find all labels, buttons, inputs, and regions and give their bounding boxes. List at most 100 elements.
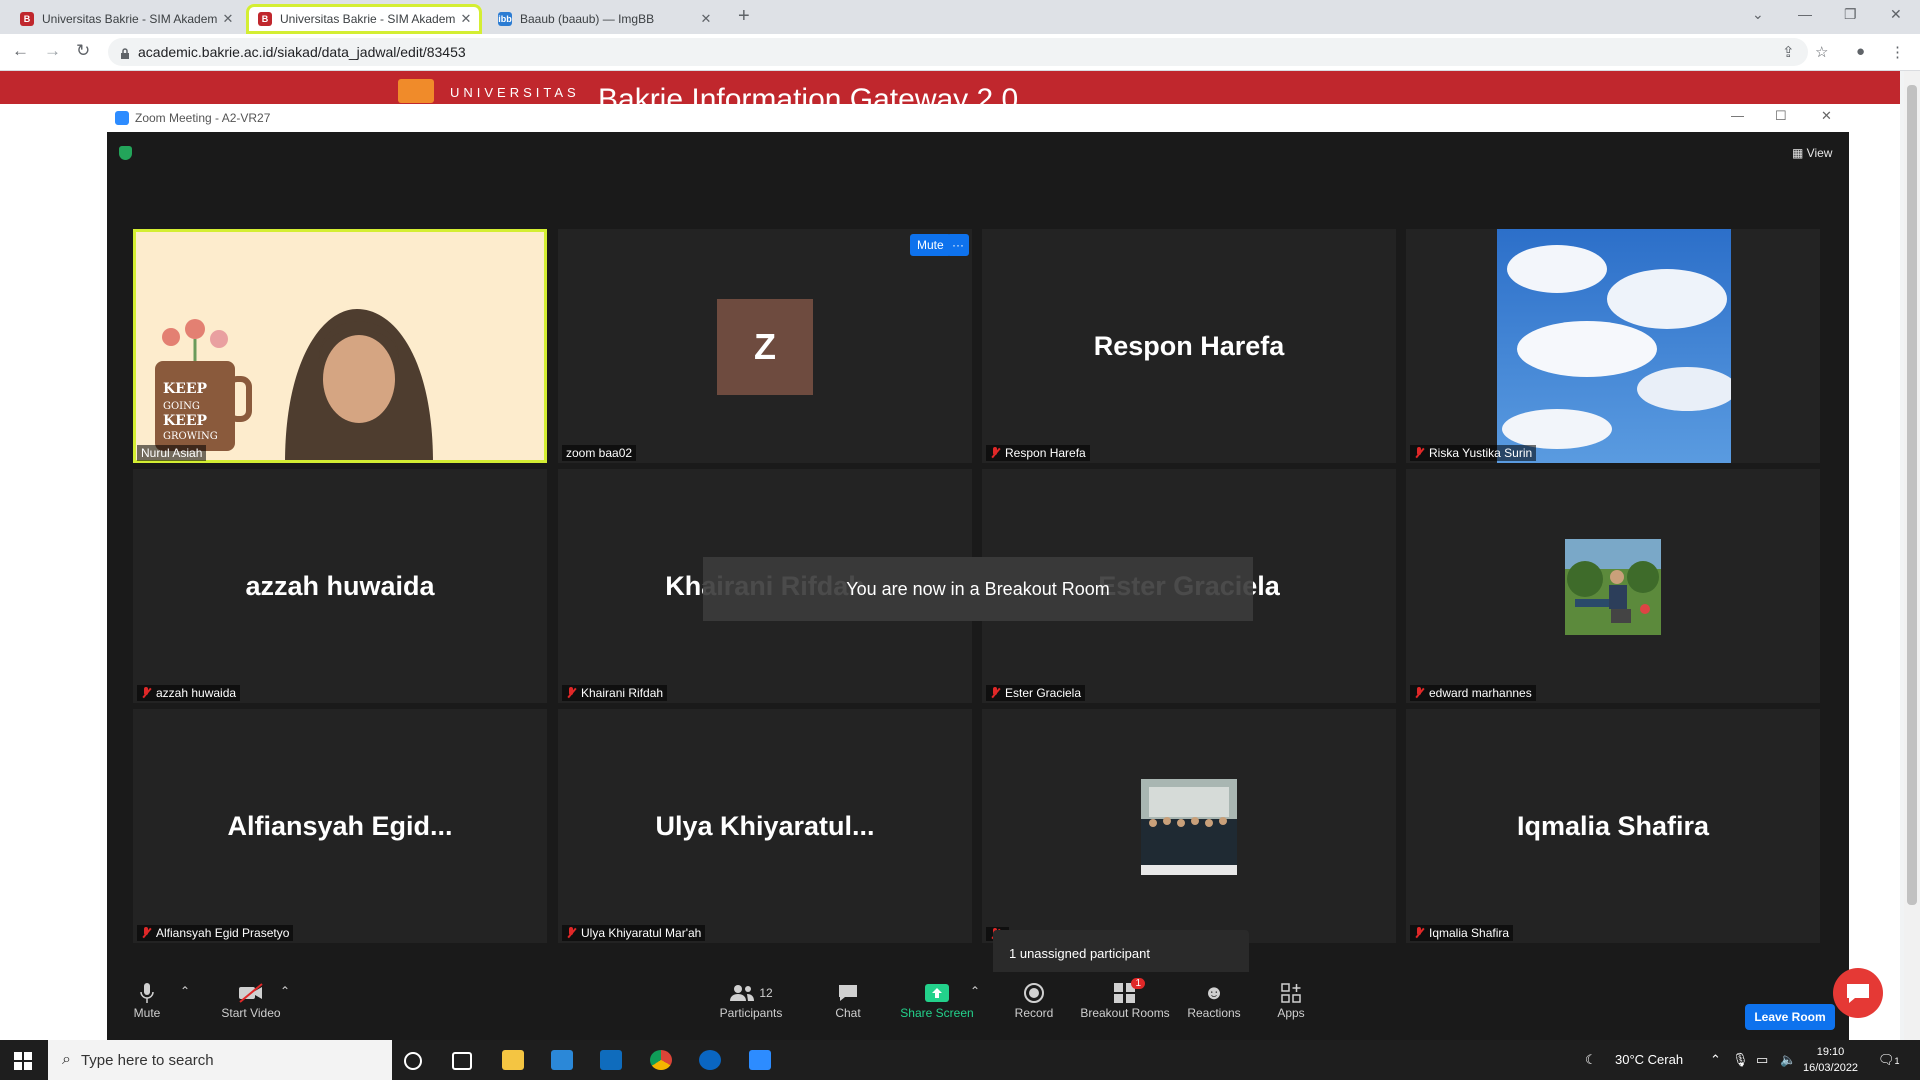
sky-profile-picture <box>1497 229 1731 463</box>
participant-name: zoom baa02 <box>566 446 633 460</box>
profile-avatar-icon[interactable]: ● <box>1856 43 1865 60</box>
browser-tab-active[interactable]: B Universitas Bakrie - SIM Akadem ✕ <box>246 4 482 34</box>
participant-name: Ester Graciela <box>1005 686 1082 700</box>
record-icon <box>1009 980 1059 1006</box>
video-tile-respon-harefa[interactable]: Respon Harefa Respon Harefa <box>982 229 1396 463</box>
tile-more-options-button[interactable]: ··· <box>947 234 969 256</box>
close-tab-icon[interactable]: ✕ <box>696 11 716 27</box>
chat-support-icon[interactable] <box>1833 968 1883 1018</box>
zoom-close-icon[interactable]: ✕ <box>1821 108 1832 124</box>
video-tile-iqmalia-shafira[interactable]: Iqmalia Shafira Iqmalia Shafira <box>1406 709 1820 943</box>
microphone-icon <box>127 980 167 1006</box>
browser-toolbar: ← → ↻ academic.bakrie.ac.id/siakad/data_… <box>0 34 1920 71</box>
task-view-icon[interactable] <box>452 1052 472 1070</box>
participant-name: Khairani Rifdah <box>581 686 664 700</box>
teamviewer-icon[interactable] <box>699 1050 721 1070</box>
chat-bubble-icon <box>823 980 873 1006</box>
video-tile-alfiansyah-egid-prasetyo[interactable]: Alfiansyah Egid... Alfiansyah Egid Prase… <box>133 709 547 943</box>
university-favicon-icon: B <box>20 12 34 26</box>
video-tile-nurul-asiah[interactable]: KEEP GOING KEEP GROWING Nurul Asiah <box>133 229 547 463</box>
video-tile-zoom-baa02[interactable]: Z Mute ··· zoom baa02 <box>558 229 972 463</box>
mute-label: Mute <box>133 1006 161 1020</box>
video-tile-azzah-huwaida[interactable]: azzah huwaida azzah huwaida <box>133 469 547 703</box>
reload-icon[interactable]: ↻ <box>76 41 90 61</box>
clock[interactable]: 19:10 16/03/2022 <box>1803 1044 1858 1076</box>
reactions-button[interactable]: ☻ Reactions <box>1181 980 1247 1021</box>
address-bar[interactable]: academic.bakrie.ac.id/siakad/data_jadwal… <box>108 38 1808 66</box>
breakout-rooms-badge: 1 <box>1131 978 1145 989</box>
close-window-icon[interactable]: ✕ <box>1890 6 1902 23</box>
windows-start-icon[interactable] <box>14 1052 32 1075</box>
share-options-caret-icon[interactable]: ⌃ <box>967 984 983 998</box>
weather-text[interactable]: 30°C Cerah <box>1615 1052 1683 1067</box>
cortana-icon[interactable] <box>404 1052 422 1070</box>
page-scrollbar[interactable] <box>1904 71 1920 1040</box>
participants-button[interactable]: 12 Participants <box>711 980 791 1020</box>
svg-text:GOING: GOING <box>163 401 200 412</box>
zoom-taskbar-icon[interactable] <box>749 1050 771 1070</box>
share-icon[interactable]: ⇪ <box>1782 43 1795 61</box>
share-screen-button[interactable]: Share Screen <box>897 980 977 1020</box>
notification-center-icon[interactable]: 🗨1 <box>1878 1052 1900 1068</box>
file-explorer-icon[interactable] <box>502 1050 524 1070</box>
mail-icon[interactable] <box>600 1050 622 1070</box>
show-hidden-icons-icon[interactable]: ⌃ <box>1710 1052 1721 1068</box>
record-button[interactable]: Record <box>1009 980 1059 1020</box>
svg-text:KEEP: KEEP <box>163 413 208 429</box>
tile-mute-button[interactable]: Mute <box>910 234 951 256</box>
new-tab-icon[interactable]: + <box>738 5 750 28</box>
participant-name-label: edward marhannes <box>1410 685 1536 701</box>
menu-kebab-icon[interactable]: ⋮ <box>1890 43 1905 61</box>
apps-icon <box>1271 980 1311 1006</box>
minimize-icon[interactable]: — <box>1798 6 1812 22</box>
volume-icon[interactable]: 🔈 <box>1780 1052 1796 1068</box>
view-button[interactable]: ▦ View <box>1792 146 1832 160</box>
zoom-maximize-icon[interactable]: ☐ <box>1775 108 1787 124</box>
reactions-label: Reactions <box>1187 1006 1241 1020</box>
imgbb-favicon-icon: ibb <box>498 12 512 26</box>
svg-text:KEEP: KEEP <box>163 381 208 397</box>
browser-tab[interactable]: ibb Baaub (baaub) — ImgBB ✕ <box>486 4 722 34</box>
restore-icon[interactable]: ❐ <box>1844 6 1857 23</box>
taskbar-search-box[interactable]: ⌕ Type here to search <box>48 1040 392 1080</box>
video-tile-riska-yustika-surin[interactable]: Riska Yustika Surin <box>1406 229 1820 463</box>
meeting-controls-bar: Mute ⌃ Start Video ⌃ 12 Participants Cha… <box>107 972 1849 1040</box>
participant-name-label: zoom baa02 <box>562 445 637 461</box>
participant-name: Iqmalia Shafira <box>1429 926 1510 940</box>
chrome-icon[interactable] <box>650 1050 672 1070</box>
chat-button[interactable]: Chat <box>823 980 873 1020</box>
video-tile-group-photo[interactable] <box>982 709 1396 943</box>
participants-count: 12 <box>759 986 773 1000</box>
mic-muted-icon <box>566 927 576 939</box>
forward-icon[interactable]: → <box>44 41 61 61</box>
participant-name: Nurul Asiah <box>141 446 203 460</box>
mute-button[interactable]: Mute <box>127 980 167 1020</box>
start-video-label: Start Video <box>221 1006 281 1020</box>
tab-search-icon[interactable]: ⌄ <box>1752 6 1764 23</box>
audio-options-caret-icon[interactable]: ⌃ <box>177 984 193 998</box>
browser-tab[interactable]: B Universitas Bakrie - SIM Akadem ✕ <box>8 4 244 34</box>
microsoft-store-icon[interactable] <box>551 1050 573 1070</box>
video-options-caret-icon[interactable]: ⌃ <box>277 984 293 998</box>
zoom-minimize-icon[interactable]: — <box>1731 108 1744 123</box>
participant-name-label: Riska Yustika Surin <box>1410 445 1537 461</box>
apps-button[interactable]: Apps <box>1271 980 1311 1020</box>
leave-room-button[interactable]: Leave Room <box>1745 1004 1835 1030</box>
video-tile-ulya-khiyaratul[interactable]: Ulya Khiyaratul... Ulya Khiyaratul Mar'a… <box>558 709 972 943</box>
close-tab-icon[interactable]: ✕ <box>218 11 238 27</box>
breakout-rooms-button[interactable]: 1 Breakout Rooms <box>1075 978 1175 1020</box>
participant-name-label: Khairani Rifdah <box>562 685 668 701</box>
site-brand: UNIVERSITAS <box>450 85 580 100</box>
back-icon[interactable]: ← <box>12 41 29 61</box>
video-tile-edward-marhannes[interactable]: edward marhannes <box>1406 469 1820 703</box>
bookmark-star-icon[interactable]: ☆ <box>1815 43 1828 61</box>
participant-name-label: Nurul Asiah <box>137 445 207 461</box>
participant-name-label: Ulya Khiyaratul Mar'ah <box>562 925 706 941</box>
close-tab-icon[interactable]: ✕ <box>456 11 476 27</box>
scrollbar-thumb[interactable] <box>1907 85 1917 905</box>
encryption-shield-icon[interactable] <box>119 146 132 160</box>
microphone-tray-icon[interactable]: 🎙 <box>1732 1052 1749 1068</box>
unassigned-participant-popup[interactable]: 1 unassigned participant <box>993 930 1249 976</box>
network-icon[interactable]: ▭ <box>1756 1052 1768 1068</box>
participant-name-label: azzah huwaida <box>137 685 241 701</box>
